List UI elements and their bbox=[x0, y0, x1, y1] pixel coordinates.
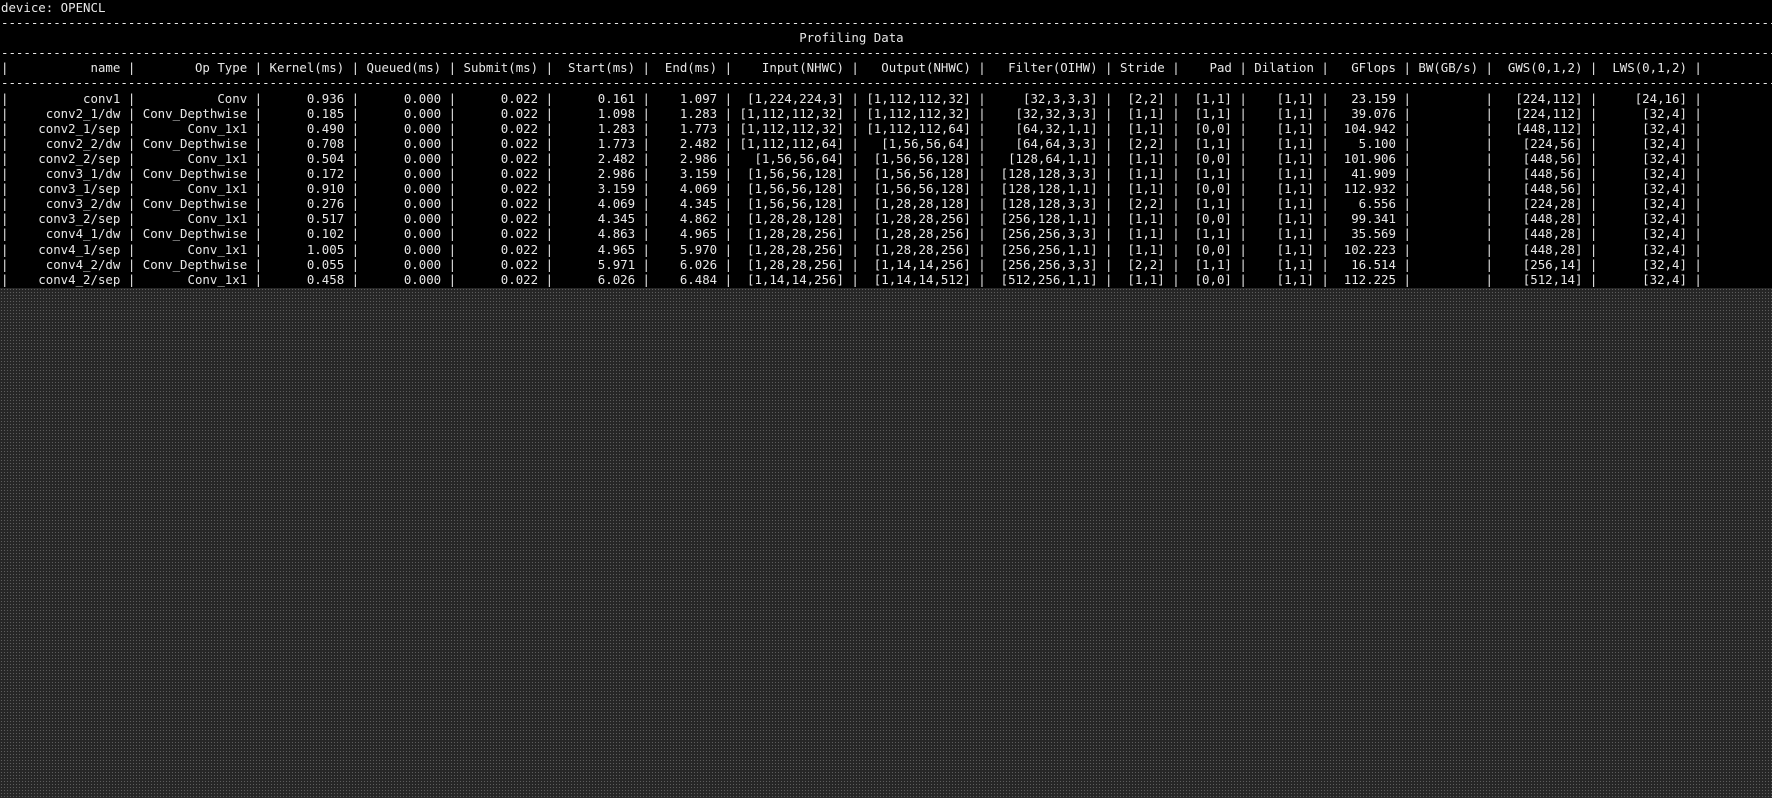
table-body: | conv1 | Conv | 0.936 | 0.000 | 0.022 |… bbox=[1, 91, 1702, 287]
table-row: | conv2_2/sep | Conv_1x1 | 0.504 | 0.000… bbox=[1, 150, 1702, 166]
table-header-row: | name | Op Type | Kernel(ms) | Queued(m… bbox=[1, 60, 1702, 76]
table-row: | conv4_1/sep | Conv_1x1 | 1.005 | 0.000… bbox=[1, 241, 1702, 257]
table-row: | conv3_2/dw | Conv_Depthwise | 0.276 | … bbox=[1, 196, 1702, 212]
section-title: Profiling Data bbox=[1, 30, 1702, 46]
terminal-window[interactable]: device: OPENCL -------------------------… bbox=[0, 0, 1772, 288]
table-row: | conv1 | Conv | 0.936 | 0.000 | 0.022 |… bbox=[1, 90, 1702, 106]
table-row: | conv4_1/dw | Conv_Depthwise | 0.102 | … bbox=[1, 226, 1702, 242]
unrendered-area bbox=[0, 288, 1772, 798]
table-row: | conv2_1/sep | Conv_1x1 | 0.490 | 0.000… bbox=[1, 120, 1702, 136]
separator-line: ----------------------------------------… bbox=[1, 15, 1772, 31]
separator-line: ----------------------------------------… bbox=[1, 45, 1772, 61]
separator-line: ----------------------------------------… bbox=[1, 75, 1772, 91]
table-row: | conv3_1/dw | Conv_Depthwise | 0.172 | … bbox=[1, 166, 1702, 182]
table-row: | conv3_1/sep | Conv_1x1 | 0.910 | 0.000… bbox=[1, 181, 1702, 197]
table-row: | conv3_2/sep | Conv_1x1 | 0.517 | 0.000… bbox=[1, 211, 1702, 227]
device-line: device: OPENCL bbox=[1, 0, 106, 15]
terminal-output: device: OPENCL -------------------------… bbox=[1, 0, 1772, 288]
screen: device: OPENCL -------------------------… bbox=[0, 0, 1772, 798]
table-row: | conv2_1/dw | Conv_Depthwise | 0.185 | … bbox=[1, 105, 1702, 121]
table-row: | conv4_2/sep | Conv_1x1 | 0.458 | 0.000… bbox=[1, 271, 1702, 287]
table-row: | conv2_2/dw | Conv_Depthwise | 0.708 | … bbox=[1, 135, 1702, 151]
table-row: | conv4_2/dw | Conv_Depthwise | 0.055 | … bbox=[1, 256, 1702, 272]
